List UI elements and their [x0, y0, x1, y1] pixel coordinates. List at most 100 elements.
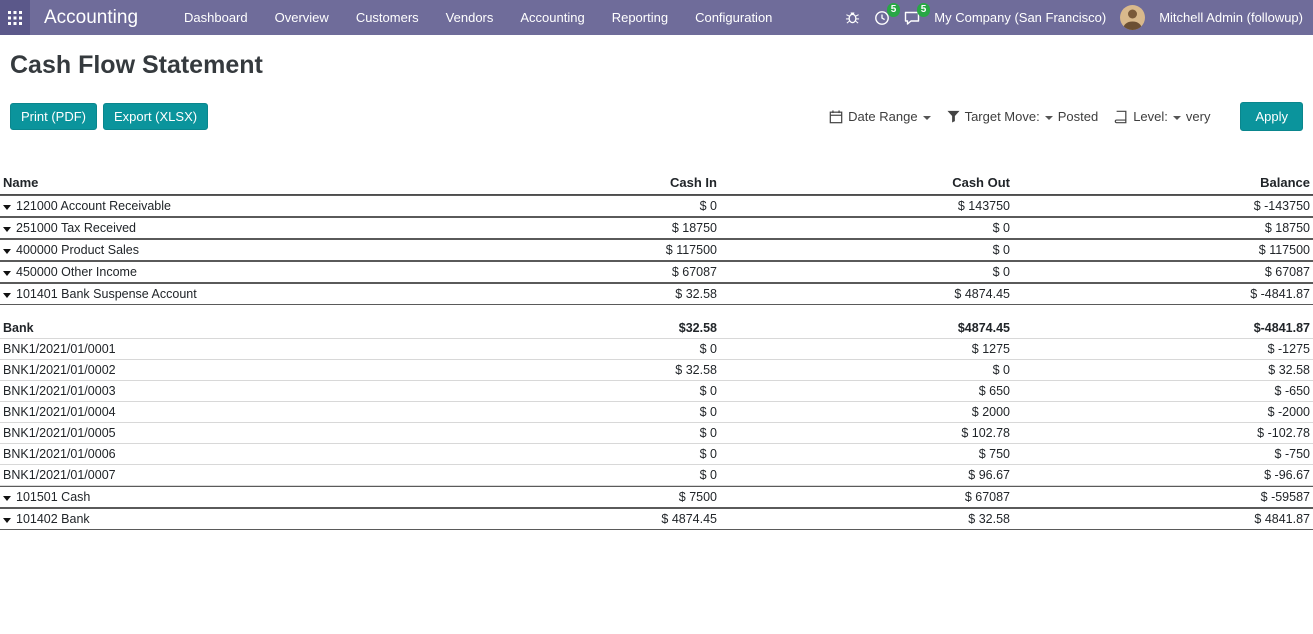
chevron-down-icon	[1173, 116, 1181, 120]
row-cash-in: $ 7500	[435, 486, 720, 508]
table-row[interactable]: BNK1/2021/01/0001 $ 0 $ 1275 $ -1275	[0, 339, 1313, 360]
caret-down-icon[interactable]	[3, 496, 11, 501]
avatar[interactable]	[1120, 5, 1145, 30]
row-balance: $ -143750	[1013, 195, 1313, 217]
activities-badge: 5	[887, 3, 901, 17]
row-cash-out: $ 67087	[720, 486, 1013, 508]
row-balance: $ 117500	[1013, 239, 1313, 261]
debug-bug-icon[interactable]	[845, 10, 860, 25]
bug-icon	[845, 10, 860, 25]
apps-menu-button[interactable]	[0, 0, 30, 35]
caret-down-icon[interactable]	[3, 518, 11, 523]
caret-down-icon[interactable]	[3, 205, 11, 210]
menu-item[interactable]: Dashboard	[184, 10, 248, 25]
row-cash-out: $4874.45	[720, 305, 1013, 339]
row-cash-out: $ 96.67	[720, 465, 1013, 486]
activities-menu[interactable]: 5	[874, 10, 890, 26]
control-panel: Print (PDF) Export (XLSX) Date Range Tar…	[0, 102, 1313, 131]
company-switcher[interactable]: My Company (San Francisco)	[934, 10, 1106, 25]
row-name-cell: 251000 Tax Received	[0, 217, 435, 239]
messages-menu[interactable]: 5	[904, 10, 920, 26]
row-cash-out: $ 0	[720, 261, 1013, 283]
table-row[interactable]: BNK1/2021/01/0003 $ 0 $ 650 $ -650	[0, 381, 1313, 402]
systray: 5 5 My Company (San Francisco) Mitchell …	[845, 5, 1313, 30]
row-cash-in: $ 0	[435, 444, 720, 465]
content-area: Cash Flow Statement Print (PDF) Export (…	[0, 51, 1313, 530]
menu-item[interactable]: Reporting	[612, 10, 668, 25]
table-row[interactable]: 450000 Other Income $ 67087 $ 0 $ 67087	[0, 261, 1313, 283]
user-photo-icon	[1120, 5, 1145, 30]
row-cash-out: $ 1275	[720, 339, 1013, 360]
table-row[interactable]: BNK1/2021/01/0002 $ 32.58 $ 0 $ 32.58	[0, 360, 1313, 381]
row-name: 101501 Cash	[16, 490, 90, 504]
row-name: 101401 Bank Suspense Account	[16, 287, 197, 301]
row-cash-out: $ 143750	[720, 195, 1013, 217]
col-header-cash-in: Cash In	[435, 171, 720, 195]
row-cash-in: $ 0	[435, 402, 720, 423]
row-balance: $ 4841.87	[1013, 508, 1313, 530]
menu-item[interactable]: Accounting	[520, 10, 584, 25]
row-balance: $ -102.78	[1013, 423, 1313, 444]
user-menu[interactable]: Mitchell Admin (followup)	[1159, 10, 1303, 25]
row-name: BNK1/2021/01/0001	[3, 342, 116, 356]
row-cash-in: $ 0	[435, 423, 720, 444]
row-balance: $ -750	[1013, 444, 1313, 465]
col-header-name: Name	[0, 171, 435, 195]
level-filter[interactable]: Level: very	[1114, 109, 1210, 124]
row-cash-in: $ 4874.45	[435, 508, 720, 530]
row-cash-in: $ 0	[435, 381, 720, 402]
table-row[interactable]: 121000 Account Receivable $ 0 $ 143750 $…	[0, 195, 1313, 217]
row-name: BNK1/2021/01/0004	[3, 405, 116, 419]
row-balance: $ 18750	[1013, 217, 1313, 239]
app-brand[interactable]: Accounting	[44, 7, 138, 29]
table-row[interactable]: 101402 Bank $ 4874.45 $ 32.58 $ 4841.87	[0, 508, 1313, 530]
col-header-cash-out: Cash Out	[720, 171, 1013, 195]
menu-item[interactable]: Configuration	[695, 10, 772, 25]
date-range-filter[interactable]: Date Range	[829, 109, 930, 124]
apps-grid-icon	[8, 11, 22, 25]
row-name-cell: BNK1/2021/01/0004	[0, 402, 435, 423]
target-move-filter[interactable]: Target Move: Posted	[947, 109, 1099, 124]
table-row[interactable]: BNK1/2021/01/0007 $ 0 $ 96.67 $ -96.67	[0, 465, 1313, 486]
row-name-cell: 450000 Other Income	[0, 261, 435, 283]
row-cash-in: $32.58	[435, 305, 720, 339]
row-cash-in: $ 0	[435, 339, 720, 360]
filters-bar: Date Range Target Move: Posted Level: ve…	[829, 102, 1303, 131]
top-navbar: Accounting Dashboard Overview Customers Ven…	[0, 0, 1313, 35]
row-cash-out: $ 750	[720, 444, 1013, 465]
table-body: 121000 Account Receivable $ 0 $ 143750 $…	[0, 195, 1313, 530]
row-name-cell: BNK1/2021/01/0006	[0, 444, 435, 465]
menu-item[interactable]: Vendors	[446, 10, 494, 25]
caret-down-icon[interactable]	[3, 293, 11, 298]
row-cash-in: $ 32.58	[435, 283, 720, 305]
table-row[interactable]: 251000 Tax Received $ 18750 $ 0 $ 18750	[0, 217, 1313, 239]
row-name-cell: 101401 Bank Suspense Account	[0, 283, 435, 305]
print-pdf-button[interactable]: Print (PDF)	[10, 103, 97, 130]
table-row[interactable]: BNK1/2021/01/0004 $ 0 $ 2000 $ -2000	[0, 402, 1313, 423]
row-cash-in: $ 0	[435, 195, 720, 217]
table-row[interactable]: BNK1/2021/01/0005 $ 0 $ 102.78 $ -102.78	[0, 423, 1313, 444]
row-name: BNK1/2021/01/0006	[3, 447, 116, 461]
row-cash-out: $ 32.58	[720, 508, 1013, 530]
main-menu: Dashboard Overview Customers Vendors Account…	[184, 10, 772, 25]
table-row[interactable]: 101501 Cash $ 7500 $ 67087 $ -59587	[0, 486, 1313, 508]
apply-button[interactable]: Apply	[1240, 102, 1303, 131]
row-cash-in: $ 117500	[435, 239, 720, 261]
caret-down-icon[interactable]	[3, 249, 11, 254]
menu-item[interactable]: Customers	[356, 10, 419, 25]
row-balance: $ -650	[1013, 381, 1313, 402]
row-balance: $ -59587	[1013, 486, 1313, 508]
row-cash-in: $ 32.58	[435, 360, 720, 381]
row-name: Bank	[3, 321, 34, 335]
table-row[interactable]: 400000 Product Sales $ 117500 $ 0 $ 1175…	[0, 239, 1313, 261]
table-row[interactable]: Bank $32.58 $4874.45 $-4841.87	[0, 305, 1313, 339]
menu-item[interactable]: Overview	[275, 10, 329, 25]
row-name-cell: 121000 Account Receivable	[0, 195, 435, 217]
caret-down-icon[interactable]	[3, 271, 11, 276]
table-row[interactable]: BNK1/2021/01/0006 $ 0 $ 750 $ -750	[0, 444, 1313, 465]
table-row[interactable]: 101401 Bank Suspense Account $ 32.58 $ 4…	[0, 283, 1313, 305]
row-name: 121000 Account Receivable	[16, 199, 171, 213]
caret-down-icon[interactable]	[3, 227, 11, 232]
export-xlsx-button[interactable]: Export (XLSX)	[103, 103, 208, 130]
row-name-cell: BNK1/2021/01/0005	[0, 423, 435, 444]
